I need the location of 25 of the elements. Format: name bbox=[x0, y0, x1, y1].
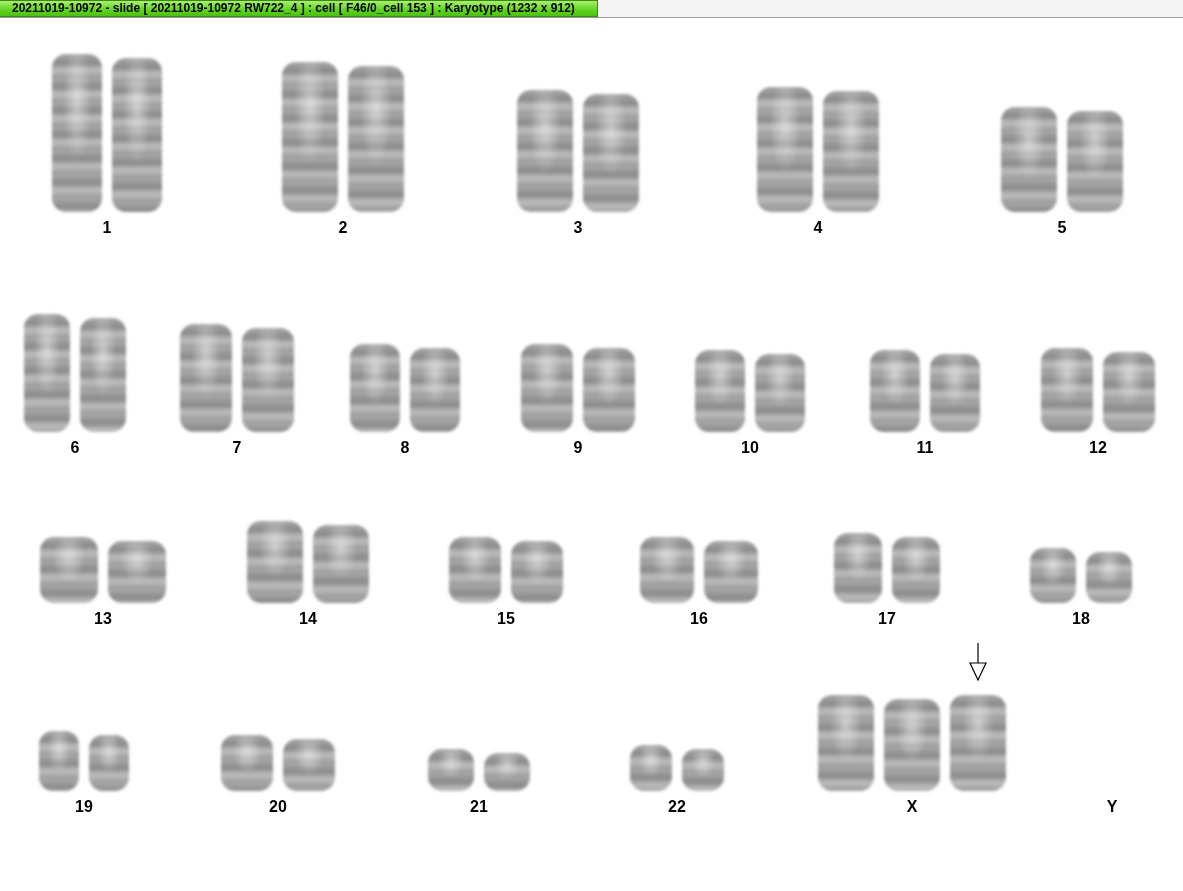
chromosome-number: 16 bbox=[690, 611, 708, 627]
chromosome-number: 10 bbox=[741, 440, 759, 456]
chromosome-number: 8 bbox=[400, 440, 410, 456]
chromosome-number: 14 bbox=[299, 611, 317, 627]
chromosome-number: 22 bbox=[668, 799, 686, 815]
chromosome-number: 15 bbox=[497, 611, 515, 627]
chromosome-number: Y bbox=[1106, 799, 1118, 815]
chromosome-number: 1 bbox=[102, 220, 112, 236]
chromosome-number: X bbox=[906, 799, 918, 815]
chromosome-number: 13 bbox=[94, 611, 112, 627]
chromosome-number: 20 bbox=[269, 799, 287, 815]
chromosome-number: 19 bbox=[75, 799, 93, 815]
chromosome-number: 7 bbox=[232, 440, 242, 456]
chromosome-number: 5 bbox=[1057, 220, 1067, 236]
chromosome-number: 18 bbox=[1072, 611, 1090, 627]
chromosome-number: 21 bbox=[470, 799, 488, 815]
window-title: 20211019-10972 - slide [ 20211019-10972 RW722_4 ] : cell [ F46/0_cell 153 ] : Karyotype (1232 x 912) bbox=[0, 0, 598, 17]
chromosome-number: 2 bbox=[338, 220, 348, 236]
chromosome-number: 11 bbox=[916, 440, 934, 456]
chromosome-number: 4 bbox=[813, 220, 823, 236]
chromosome-number: 12 bbox=[1089, 440, 1107, 456]
chromosome-number: 9 bbox=[573, 440, 583, 456]
chromosome-number: 3 bbox=[573, 220, 583, 236]
chromosome-number: 17 bbox=[878, 611, 896, 627]
chromosome-number: 6 bbox=[70, 440, 80, 456]
